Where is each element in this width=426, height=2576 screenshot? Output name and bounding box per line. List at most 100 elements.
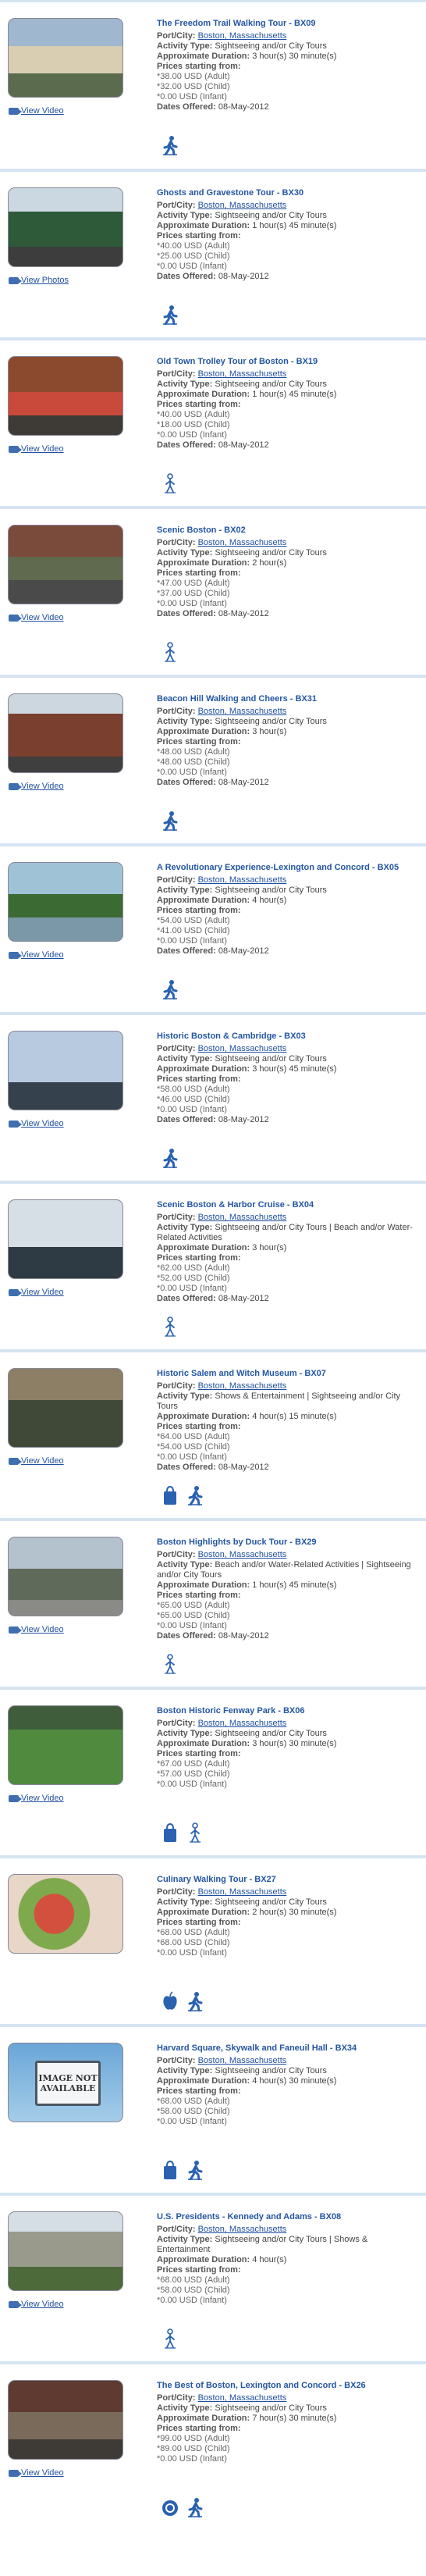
- tour-title-link[interactable]: Scenic Boston - BX02: [157, 526, 422, 536]
- price-adult: *47.00 USD (Adult): [157, 579, 230, 588]
- view-video-link[interactable]: View Video: [9, 1119, 64, 1128]
- tour-thumbnail[interactable]: [8, 1031, 123, 1110]
- tour-item: View Video The Freedom Trail Walking Tou…: [0, 0, 426, 169]
- port-city-link[interactable]: Boston, Massachusetts: [198, 2056, 287, 2065]
- tour-item: View Video Scenic Boston & Harbor Cruise…: [0, 1181, 426, 1349]
- view-video-link[interactable]: View Video: [9, 613, 64, 622]
- tour-title-link[interactable]: Boston Highlights by Duck Tour - BX29: [157, 1537, 422, 1548]
- shopping-bag-icon: [162, 2160, 179, 2180]
- prices-label: Prices starting from:: [157, 2086, 241, 2096]
- tour-thumbnail[interactable]: [8, 356, 123, 436]
- duration-row: Approximate Duration: 1 hour(s) 45 minut…: [157, 1580, 422, 1591]
- video-icon: [9, 1626, 22, 1634]
- prices-label: Prices starting from:: [157, 906, 241, 915]
- port-city-row: Port/City: Boston, Massachusetts: [157, 538, 422, 548]
- tour-thumbnail[interactable]: [8, 2380, 123, 2460]
- port-city-link[interactable]: Boston, Massachusetts: [198, 707, 287, 716]
- media-link-label: View Video: [21, 444, 64, 454]
- tour-title-link[interactable]: Scenic Boston & Harbor Cruise - BX04: [157, 1200, 422, 1210]
- view-video-link[interactable]: View Video: [9, 106, 64, 116]
- tour-thumbnail[interactable]: [8, 187, 123, 267]
- port-city-link[interactable]: Boston, Massachusetts: [198, 1550, 287, 1559]
- port-city-link[interactable]: Boston, Massachusetts: [198, 1213, 287, 1222]
- tour-thumbnail[interactable]: [8, 1705, 123, 1785]
- duration-value: 1 hour(s) 45 minute(s): [252, 390, 337, 399]
- tour-thumbnail[interactable]: [8, 2211, 123, 2291]
- video-icon: [9, 1120, 22, 1128]
- dates-offered-label: Dates Offered:: [157, 609, 216, 618]
- tour-info: Historic Salem and Witch Museum - BX07 P…: [157, 1369, 422, 1473]
- tour-title-link[interactable]: Boston Historic Fenway Park - BX06: [157, 1706, 422, 1716]
- tour-thumbnail[interactable]: [8, 525, 123, 604]
- dates-offered-row: Dates Offered: 08-May-2012: [157, 946, 422, 957]
- duration-value: 3 hour(s) 45 minute(s): [252, 1064, 337, 1074]
- view-video-link[interactable]: View Video: [9, 1288, 64, 1297]
- tour-thumbnail[interactable]: [8, 18, 123, 98]
- price-child: *65.00 USD (Child): [157, 1611, 230, 1620]
- tour-title-link[interactable]: The Freedom Trail Walking Tour - BX09: [157, 19, 422, 29]
- port-city-link[interactable]: Boston, Massachusetts: [198, 1887, 287, 1897]
- view-video-link[interactable]: View Video: [9, 2300, 64, 2309]
- tour-thumbnail[interactable]: [8, 862, 123, 942]
- tour-title-link[interactable]: U.S. Presidents - Kennedy and Adams - BX…: [157, 2212, 422, 2222]
- tour-title-link[interactable]: Beacon Hill Walking and Cheers - BX31: [157, 694, 422, 704]
- view-video-link[interactable]: View Video: [9, 1456, 64, 1466]
- port-city-link[interactable]: Boston, Massachusetts: [198, 369, 287, 379]
- video-icon: [9, 2300, 22, 2308]
- tour-title-link[interactable]: Ghosts and Gravestone Tour - BX30: [157, 188, 422, 198]
- port-city-link[interactable]: Boston, Massachusetts: [198, 875, 287, 885]
- tour-item: View Video Old Town Trolley Tour of Bost…: [0, 337, 426, 506]
- dates-offered-row: Dates Offered: 08-May-2012: [157, 1631, 422, 1641]
- activity-type-label: Activity Type:: [157, 2403, 213, 2413]
- easy-walking-icon: [186, 1822, 204, 1843]
- tour-title-link[interactable]: Historic Salem and Witch Museum - BX07: [157, 1369, 422, 1379]
- activity-type-row: Activity Type: Sightseeing and/or City T…: [157, 885, 422, 896]
- view-video-link[interactable]: View Video: [9, 782, 64, 791]
- tour-thumbnail[interactable]: IMAGE NOT AVAILABLE: [8, 2043, 123, 2122]
- tour-info: Beacon Hill Walking and Cheers - BX31 Po…: [157, 694, 422, 788]
- view-video-link[interactable]: View Video: [9, 1625, 64, 1634]
- duration-row: Approximate Duration: 3 hour(s) 45 minut…: [157, 1064, 422, 1074]
- view-video-link[interactable]: View Video: [9, 444, 64, 454]
- price-child: *52.00 USD (Child): [157, 1274, 230, 1283]
- tour-thumbnail[interactable]: [8, 1537, 123, 1616]
- tour-thumbnail[interactable]: [8, 1199, 123, 1279]
- tour-thumbnail[interactable]: [8, 1874, 123, 1954]
- dates-offered-row: Dates Offered: 08-May-2012: [157, 1115, 422, 1125]
- tour-item: View Video A Revolutionary Experience-Le…: [0, 843, 426, 1012]
- price-child: *54.00 USD (Child): [157, 1442, 230, 1452]
- view-video-link[interactable]: View Video: [9, 950, 64, 960]
- view-photos-link[interactable]: View Photos: [9, 276, 69, 285]
- tour-title-link[interactable]: The Best of Boston, Lexington and Concor…: [157, 2381, 422, 2391]
- port-city-label: Port/City:: [157, 1719, 196, 1728]
- port-city-label: Port/City:: [157, 2225, 196, 2234]
- tour-thumbnail[interactable]: [8, 693, 123, 773]
- port-city-link[interactable]: Boston, Massachusetts: [198, 2225, 287, 2234]
- dates-offered-value: 08-May-2012: [218, 272, 269, 281]
- activity-type-label: Activity Type:: [157, 211, 213, 220]
- dates-offered-value: 08-May-2012: [218, 1631, 269, 1641]
- port-city-link[interactable]: Boston, Massachusetts: [198, 1719, 287, 1728]
- tour-info: Old Town Trolley Tour of Boston - BX19 P…: [157, 357, 422, 451]
- prices-label: Prices starting from:: [157, 1918, 241, 1927]
- port-city-link[interactable]: Boston, Massachusetts: [198, 538, 287, 547]
- port-city-label: Port/City:: [157, 1381, 196, 1391]
- price-adult: *67.00 USD (Adult): [157, 1759, 230, 1769]
- tour-title-link[interactable]: Culinary Walking Tour - BX27: [157, 1875, 422, 1885]
- tour-title-link[interactable]: A Revolutionary Experience-Lexington and…: [157, 863, 422, 873]
- duration-value: 4 hour(s) 30 minute(s): [252, 2076, 337, 2086]
- port-city-link[interactable]: Boston, Massachusetts: [198, 31, 287, 41]
- shopping-bag-icon: [162, 1822, 179, 1843]
- view-video-link[interactable]: View Video: [9, 2468, 64, 2478]
- port-city-link[interactable]: Boston, Massachusetts: [198, 1381, 287, 1391]
- tour-title-link[interactable]: Old Town Trolley Tour of Boston - BX19: [157, 357, 422, 367]
- view-video-link[interactable]: View Video: [9, 1794, 64, 1803]
- port-city-link[interactable]: Boston, Massachusetts: [198, 201, 287, 210]
- tour-thumbnail[interactable]: [8, 1368, 123, 1448]
- port-city-link[interactable]: Boston, Massachusetts: [198, 1044, 287, 1053]
- tour-title-link[interactable]: Harvard Square, Skywalk and Faneuil Hall…: [157, 2043, 422, 2054]
- port-city-label: Port/City:: [157, 1887, 196, 1897]
- duration-label: Approximate Duration:: [157, 1908, 250, 1917]
- tour-title-link[interactable]: Historic Boston & Cambridge - BX03: [157, 1031, 422, 1042]
- port-city-link[interactable]: Boston, Massachusetts: [198, 2393, 287, 2403]
